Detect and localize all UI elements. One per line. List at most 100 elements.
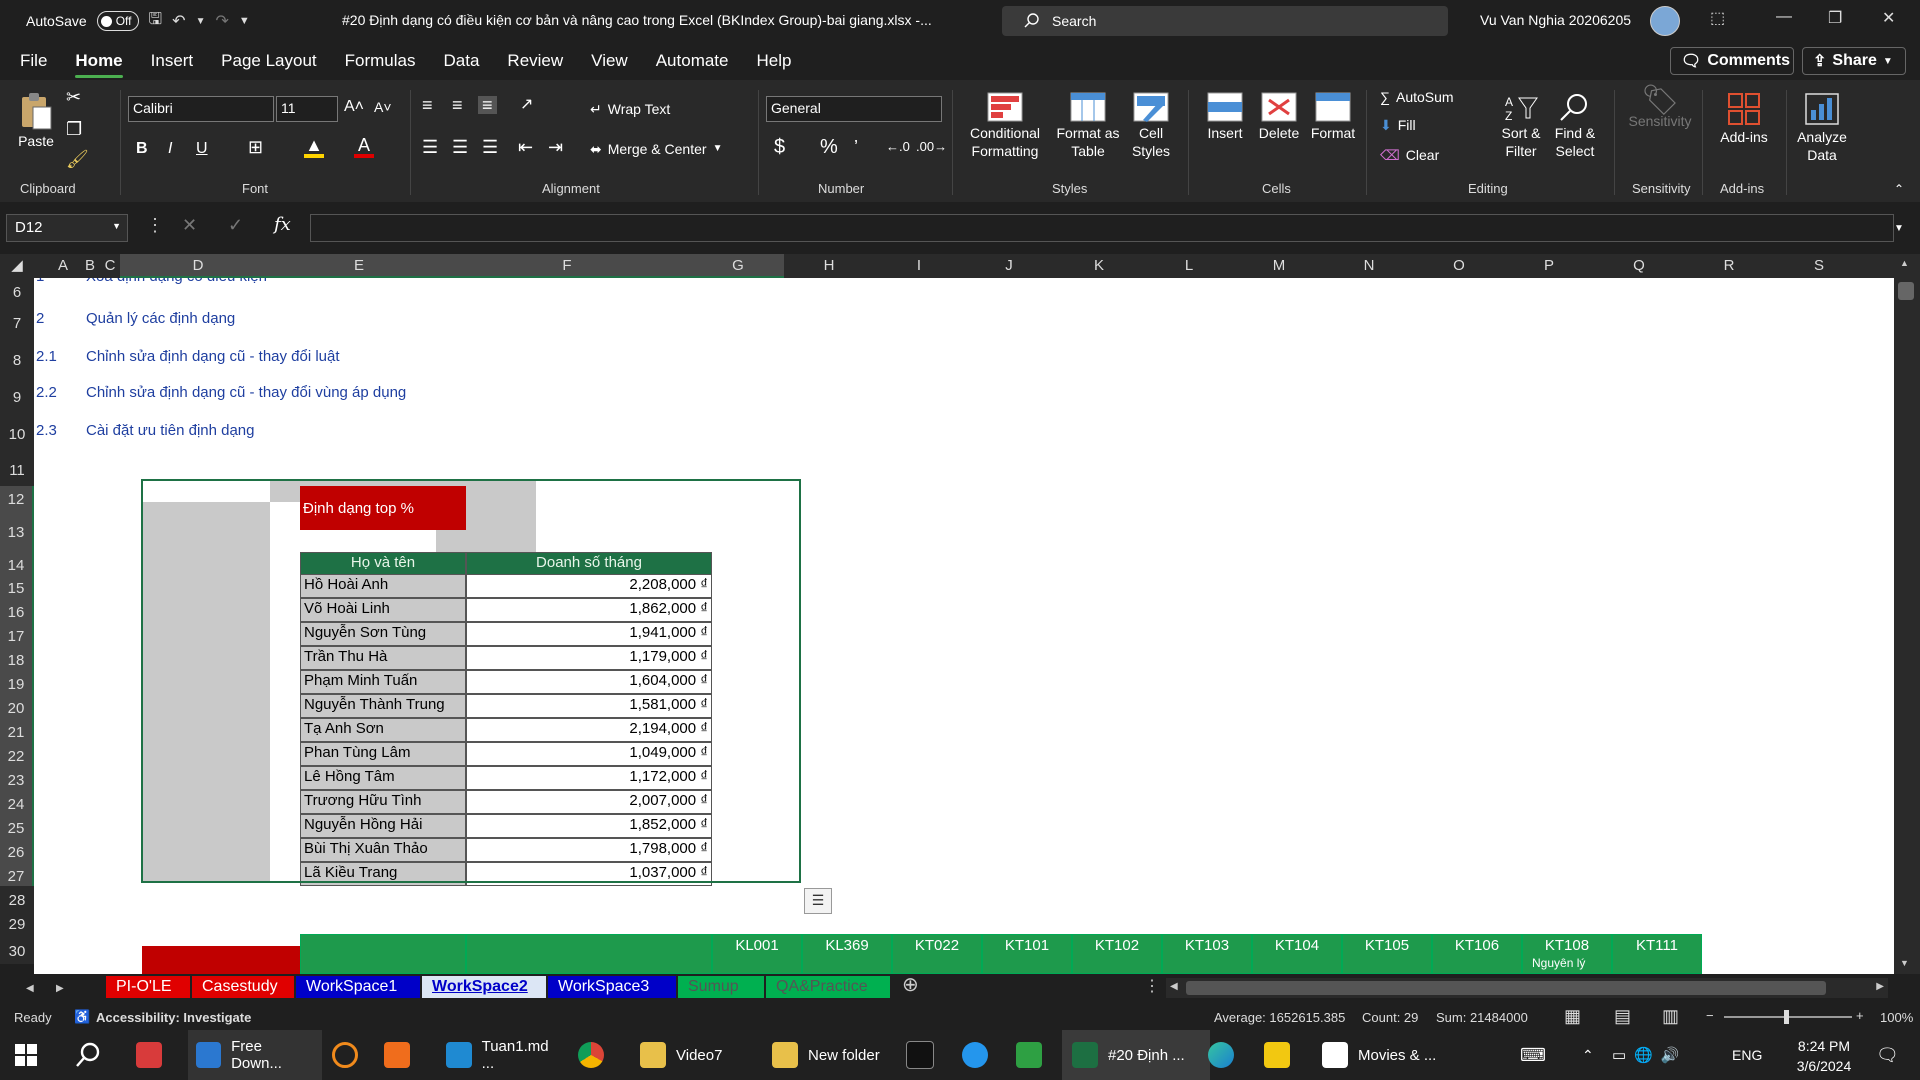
search-app-icon[interactable] <box>332 1030 358 1080</box>
decrease-decimal-icon[interactable]: .00→ <box>916 138 947 156</box>
row-header[interactable]: 20 <box>0 694 34 718</box>
windows-start-icon[interactable] <box>14 1030 38 1080</box>
taskbar-item-vscode[interactable]: Tuan1.md ... <box>438 1030 572 1080</box>
align-right-icon[interactable]: ☰ <box>482 138 498 156</box>
tab-review[interactable]: Review <box>493 42 577 80</box>
decrease-indent-icon[interactable]: ⇤ <box>518 138 533 156</box>
column-header[interactable]: C <box>100 254 120 278</box>
scroll-tabs-right-icon[interactable]: ▶ <box>56 980 64 998</box>
worksheet-grid[interactable]: 1 Xóa định dạng có điều kiện 2 Quản lý các … <box>34 278 1894 974</box>
row-header[interactable]: 24 <box>0 790 34 814</box>
horizontal-scrollbar-thumb[interactable] <box>1186 981 1826 995</box>
align-center-icon[interactable]: ☰ <box>452 138 468 156</box>
sheet-tab[interactable]: Casestudy <box>192 976 294 998</box>
scroll-tabs-left-icon[interactable]: ◀ <box>26 980 34 998</box>
app-orange-icon[interactable] <box>384 1030 410 1080</box>
page-break-view-icon[interactable]: ▥ <box>1662 1006 1679 1027</box>
tab-formulas[interactable]: Formulas <box>331 42 430 80</box>
align-top-icon[interactable]: ≡ <box>422 96 433 114</box>
user-name[interactable]: Vu Van Nghia 20206205 <box>1480 12 1631 28</box>
table-cell-name[interactable]: Trương Hữu Tình <box>300 790 466 814</box>
edge-icon[interactable] <box>1208 1030 1234 1080</box>
scroll-right-icon[interactable]: ▶ <box>1876 981 1884 992</box>
bottom-header-cell[interactable]: KT104 <box>1252 934 1342 974</box>
sheet-tab[interactable]: WorkSpace3 <box>548 976 676 998</box>
save-icon[interactable]: 🖫 <box>149 8 163 35</box>
table-cell-name[interactable]: Võ Hoài Linh <box>300 598 466 622</box>
comments-button[interactable]: 🗨 Comments <box>1670 47 1794 75</box>
font-color-icon[interactable]: A <box>354 136 374 158</box>
find-select-button[interactable]: Find & Select <box>1548 92 1602 160</box>
merge-center-button[interactable]: ⬌ Merge & Center ▼ <box>590 140 722 158</box>
row-header[interactable]: 16 <box>0 598 34 622</box>
table-cell-name[interactable]: Bùi Thị Xuân Thảo <box>300 838 466 862</box>
row-header[interactable]: 21 <box>0 718 34 742</box>
normal-view-icon[interactable]: ▦ <box>1564 1006 1581 1027</box>
sheet-tab[interactable]: Sumup <box>678 976 764 998</box>
table-cell-name[interactable]: Lã Kiều Trang <box>300 862 466 886</box>
font-size-select[interactable]: 11 <box>276 96 338 122</box>
table-cell-sales[interactable]: 1,037,000 ₫ <box>466 862 712 886</box>
underline-button[interactable]: U <box>196 140 208 158</box>
tab-page-layout[interactable]: Page Layout <box>207 42 330 80</box>
more-options-icon[interactable]: ⋮ <box>146 216 164 234</box>
bottom-header-cell[interactable]: KT111 <box>1612 934 1702 974</box>
chevron-down-icon[interactable]: ▼ <box>196 16 206 27</box>
table-cell-name[interactable]: Nguyễn Sơn Tùng <box>300 622 466 646</box>
table-cell-name[interactable]: Hồ Hoài Anh <box>300 574 466 598</box>
taskbar-item-movies[interactable]: Movies & ... <box>1314 1030 1454 1080</box>
increase-indent-icon[interactable]: ⇥ <box>548 138 563 156</box>
zoom-in-icon[interactable]: + <box>1856 1008 1864 1023</box>
table-title[interactable]: Định dạng top % <box>300 486 466 530</box>
outline-text[interactable]: Quản lý các định dạng <box>86 310 235 327</box>
accessibility-icon[interactable]: ♿ <box>74 1009 90 1025</box>
sheet-tab[interactable]: QA&Practice <box>766 976 890 998</box>
column-header[interactable]: J <box>964 254 1054 278</box>
table-cell-sales[interactable]: 1,852,000 ₫ <box>466 814 712 838</box>
cell-styles-button[interactable]: Cell Styles <box>1124 92 1178 160</box>
undo-icon[interactable]: ↶ <box>172 11 185 31</box>
close-icon[interactable]: ✕ <box>1882 8 1895 28</box>
tab-insert[interactable]: Insert <box>137 42 208 80</box>
row-header[interactable]: 29 <box>0 910 34 934</box>
analyze-data-button[interactable]: Analyze Data <box>1790 92 1854 164</box>
taskbar-item-free-down[interactable]: Free Down... <box>188 1030 322 1080</box>
vertical-scrollbar[interactable]: ▲ ▼ <box>1894 254 1920 974</box>
bottom-red-cell[interactable] <box>142 946 300 974</box>
increase-font-icon[interactable]: A˄ <box>344 98 364 116</box>
tray-chevron-icon[interactable]: ⌃ <box>1582 1030 1594 1080</box>
currency-button[interactable]: $ <box>774 137 785 157</box>
restore-icon[interactable]: ❐ <box>1828 8 1842 28</box>
row-header[interactable]: 12 <box>0 486 34 508</box>
active-cell[interactable] <box>142 480 270 502</box>
sheet-tab[interactable]: WorkSpace2 <box>422 976 546 998</box>
tab-view[interactable]: View <box>577 42 642 80</box>
column-header[interactable]: P <box>1504 254 1594 278</box>
column-header[interactable]: G <box>692 254 784 278</box>
name-box[interactable]: D12 ▼ <box>6 214 128 242</box>
outline-number[interactable]: 2.1 <box>36 348 57 365</box>
bottom-header-cell[interactable]: KL369 <box>802 934 892 974</box>
confirm-entry-icon[interactable]: ✓ <box>228 216 243 234</box>
table-cell-sales[interactable]: 2,194,000 ₫ <box>466 718 712 742</box>
wrap-text-button[interactable]: ↵ Wrap Text <box>590 100 670 118</box>
column-header[interactable]: O <box>1414 254 1504 278</box>
row-header[interactable]: 14 <box>0 552 34 574</box>
table-cell-sales[interactable]: 1,049,000 ₫ <box>466 742 712 766</box>
format-as-table-button[interactable]: Format as Table <box>1054 92 1122 160</box>
minimize-icon[interactable]: — <box>1776 8 1792 26</box>
docker-icon[interactable] <box>962 1030 988 1080</box>
insert-function-button[interactable]: fx <box>274 216 291 234</box>
customize-toolbar-icon[interactable]: ▼ <box>239 15 250 27</box>
row-header[interactable]: 22 <box>0 742 34 766</box>
column-header[interactable]: L <box>1144 254 1234 278</box>
autosum-button[interactable]: ∑ AutoSum <box>1380 88 1454 106</box>
table-cell-name[interactable]: Nguyễn Thành Trung <box>300 694 466 718</box>
row-header[interactable]: 19 <box>0 670 34 694</box>
chrome-icon[interactable] <box>578 1030 604 1080</box>
table-cell-sales[interactable]: 2,208,000 ₫ <box>466 574 712 598</box>
notification-icon[interactable]: 🗨 <box>1876 1030 1899 1080</box>
italic-button[interactable]: I <box>168 140 172 158</box>
row-header[interactable]: 18 <box>0 646 34 670</box>
taskbar-item-video7[interactable]: Video7 <box>632 1030 766 1080</box>
